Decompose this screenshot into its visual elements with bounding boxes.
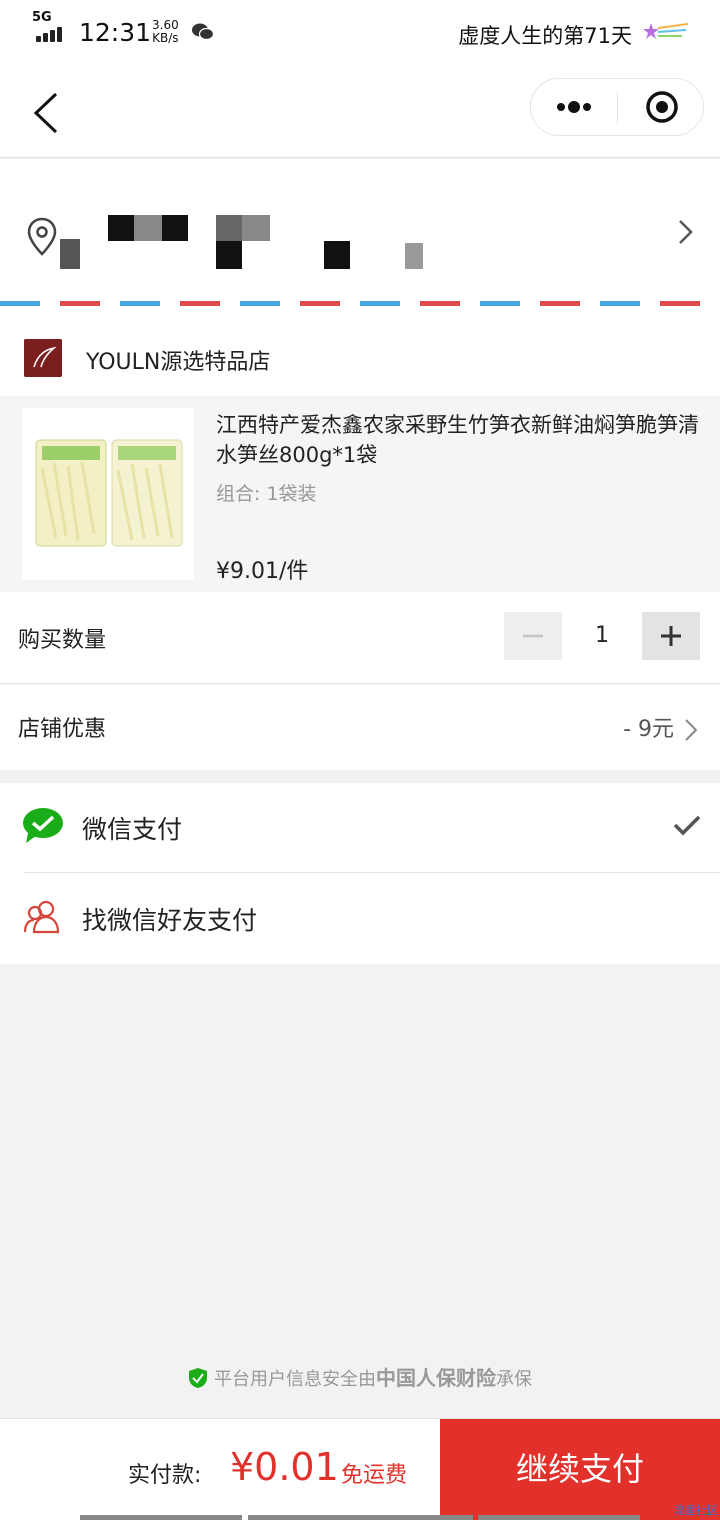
gesture-bar	[248, 1515, 473, 1520]
quantity-row: 购买数量 1	[0, 592, 720, 684]
insurance-brand: 中国人保财险	[376, 1366, 496, 1390]
decrease-quantity-button[interactable]	[504, 612, 562, 660]
signal-icon	[36, 26, 68, 42]
payment-option-friend[interactable]: 找微信好友支付	[0, 874, 720, 964]
payment-option-label: 找微信好友支付	[82, 906, 258, 935]
more-dots-icon[interactable]	[531, 79, 617, 135]
wechat-pay-icon	[23, 808, 63, 843]
gesture-bar	[478, 1515, 640, 1520]
total-amount: ¥0.01	[230, 1445, 339, 1489]
checkout-bar: 实付款: ¥0.01 免运费 继续支付 流星社区	[0, 1418, 720, 1520]
discount-label: 店铺优惠	[18, 717, 107, 742]
divider	[24, 872, 720, 873]
quantity-value[interactable]: 1	[562, 612, 642, 660]
shield-check-icon	[189, 1368, 207, 1388]
increase-quantity-button[interactable]	[642, 612, 700, 660]
capsule-divider	[617, 93, 618, 123]
product-image	[22, 408, 194, 580]
nav-bar	[0, 66, 720, 158]
chevron-right-icon	[685, 719, 698, 741]
wechat-icon	[192, 23, 214, 41]
network-type: 5G	[32, 10, 52, 25]
envelope-stripe	[0, 301, 720, 306]
status-bar: 5G 12:31 3.60 KB/s 虚度人生的第71天	[0, 0, 720, 66]
shipping-note: 免运费	[341, 1463, 408, 1488]
gesture-bar	[80, 1515, 242, 1520]
target-close-icon[interactable]	[619, 79, 705, 135]
shop-discount-row[interactable]: 店铺优惠 - 9元	[0, 685, 720, 770]
total-label: 实付款:	[128, 1463, 202, 1488]
shop-header: YOULN源选特品店	[0, 320, 720, 396]
speed-unit: KB/s	[152, 31, 179, 45]
product-title: 江西特产爱杰鑫农家采野生竹笋衣新鲜油焖笋脆笋清水笋丝800g*1袋	[216, 413, 699, 467]
star-sticker-icon	[643, 23, 689, 39]
address-redacted	[60, 199, 440, 279]
product-card: 江西特产爱杰鑫农家采野生竹笋衣新鲜油焖笋脆笋清水笋丝800g*1袋 组合: 1袋…	[0, 396, 720, 592]
network-speed: 3.60 KB/s	[152, 19, 179, 45]
checkmark-icon	[673, 815, 701, 836]
friends-pay-icon	[23, 900, 60, 934]
back-chevron-icon[interactable]	[28, 90, 68, 136]
watermark: 流星社区	[674, 1504, 718, 1517]
payment-option-wechat[interactable]: 微信支付	[0, 783, 720, 873]
mini-program-capsule	[530, 78, 704, 136]
insurance-prefix: 平台用户信息安全由	[214, 1369, 376, 1390]
product-price: ¥9.01/件	[216, 559, 309, 584]
chevron-right-icon	[679, 220, 693, 244]
shop-logo	[24, 339, 62, 377]
payment-option-label: 微信支付	[82, 815, 183, 844]
shipping-address[interactable]	[0, 159, 720, 320]
status-custom-text: 虚度人生的第71天	[458, 24, 632, 48]
payment-methods: 微信支付 找微信好友支付	[0, 783, 720, 964]
product-spec: 组合: 1袋装	[216, 483, 317, 505]
insurance-suffix: 承保	[496, 1369, 532, 1390]
shop-name: YOULN源选特品店	[86, 350, 271, 375]
discount-value: - 9元	[623, 717, 674, 742]
insurance-note: 平台用户信息安全由中国人保财险承保	[0, 1362, 720, 1391]
location-pin-icon	[27, 217, 57, 256]
quantity-label: 购买数量	[18, 628, 107, 653]
clock: 12:31	[79, 18, 152, 47]
